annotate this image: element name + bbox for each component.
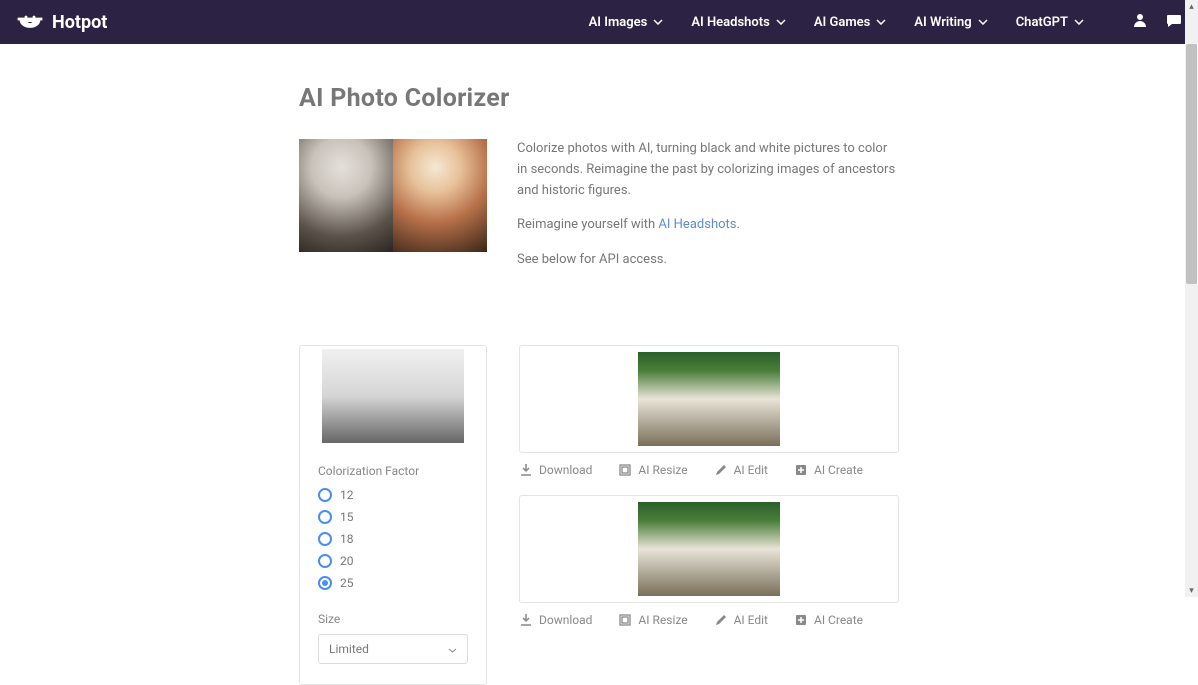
nav-ai-headshots[interactable]: AI Headshots bbox=[691, 15, 786, 30]
brand-name: Hotpot bbox=[52, 12, 107, 33]
input-panel: Colorization Factor 12 15 18 bbox=[299, 345, 487, 685]
radio-label: 12 bbox=[340, 488, 354, 502]
result-actions: Download AI Resize AI Edit AI Creat bbox=[519, 453, 899, 477]
action-label: AI Resize bbox=[638, 463, 687, 477]
result-card-2: Download AI Resize AI Edit AI Creat bbox=[519, 495, 899, 627]
download-action[interactable]: Download bbox=[519, 463, 592, 477]
factor-option-15[interactable]: 15 bbox=[318, 510, 468, 524]
action-label: AI Resize bbox=[638, 613, 687, 627]
chevron-down-icon bbox=[1074, 19, 1084, 25]
intro-paragraph-2: Reimagine yourself with AI Headshots. bbox=[517, 215, 899, 236]
intro-copy: Colorize photos with AI, turning black a… bbox=[517, 139, 899, 285]
intro-paragraph-1: Colorize photos with AI, turning black a… bbox=[517, 139, 899, 201]
action-label: AI Create bbox=[814, 463, 863, 477]
results-panel: Download AI Resize AI Edit AI Creat bbox=[519, 345, 899, 627]
radio-icon bbox=[318, 488, 332, 502]
nav-label: ChatGPT bbox=[1016, 15, 1068, 30]
edit-action[interactable]: AI Edit bbox=[714, 463, 768, 477]
plus-icon bbox=[794, 613, 808, 627]
scroll-down-arrow[interactable]: ▾ bbox=[1185, 584, 1198, 597]
nav-ai-games[interactable]: AI Games bbox=[814, 15, 886, 30]
factor-option-18[interactable]: 18 bbox=[318, 532, 468, 546]
radio-label: 15 bbox=[340, 510, 354, 524]
factor-option-20[interactable]: 20 bbox=[318, 554, 468, 568]
create-action[interactable]: AI Create bbox=[794, 613, 863, 627]
radio-icon bbox=[318, 532, 332, 546]
hero-bw-half bbox=[299, 139, 393, 252]
result-image-container bbox=[519, 345, 899, 453]
action-label: Download bbox=[539, 463, 592, 477]
factor-option-12[interactable]: 12 bbox=[318, 488, 468, 502]
action-label: AI Edit bbox=[734, 613, 768, 627]
edit-action[interactable]: AI Edit bbox=[714, 613, 768, 627]
chevron-down-icon bbox=[448, 642, 457, 656]
result-image[interactable] bbox=[638, 352, 780, 446]
factor-option-25[interactable]: 25 bbox=[318, 576, 468, 590]
chevron-down-icon bbox=[653, 19, 663, 25]
resize-icon bbox=[618, 613, 632, 627]
nav-label: AI Writing bbox=[914, 15, 971, 30]
pencil-icon bbox=[714, 613, 728, 627]
intro-section: Colorize photos with AI, turning black a… bbox=[299, 139, 899, 285]
pencil-icon bbox=[714, 463, 728, 477]
chevron-down-icon bbox=[876, 19, 886, 25]
result-image-container bbox=[519, 495, 899, 603]
hero-color-half bbox=[393, 139, 487, 252]
result-image[interactable] bbox=[638, 502, 780, 596]
ai-headshots-link[interactable]: AI Headshots bbox=[658, 217, 736, 232]
factor-radio-group: 12 15 18 20 bbox=[318, 488, 468, 590]
vertical-scrollbar[interactable]: ▴ ▾ bbox=[1185, 0, 1198, 597]
main-navigation: AI Images AI Headshots AI Games AI Writi… bbox=[589, 12, 1182, 32]
nav-label: AI Images bbox=[589, 15, 648, 30]
main-content: AI Photo Colorizer Colorize photos with … bbox=[4, 44, 1194, 685]
header-right-icons bbox=[1132, 12, 1182, 32]
top-navbar: Hotpot AI Images AI Headshots AI Games A… bbox=[0, 0, 1198, 44]
chevron-down-icon bbox=[776, 19, 786, 25]
radio-icon bbox=[318, 510, 332, 524]
download-icon bbox=[519, 613, 533, 627]
result-actions: Download AI Resize AI Edit AI Creat bbox=[519, 603, 899, 627]
input-image-thumbnail[interactable] bbox=[322, 349, 464, 443]
action-label: AI Edit bbox=[734, 463, 768, 477]
nav-ai-writing[interactable]: AI Writing bbox=[914, 15, 987, 30]
download-icon bbox=[519, 463, 533, 477]
action-label: AI Create bbox=[814, 613, 863, 627]
create-action[interactable]: AI Create bbox=[794, 463, 863, 477]
work-area: Colorization Factor 12 15 18 bbox=[299, 345, 899, 685]
resize-action[interactable]: AI Resize bbox=[618, 463, 687, 477]
chevron-down-icon bbox=[978, 19, 988, 25]
factor-label: Colorization Factor bbox=[318, 464, 468, 478]
radio-icon bbox=[318, 576, 332, 590]
nav-label: AI Games bbox=[814, 15, 870, 30]
nav-label: AI Headshots bbox=[691, 15, 770, 30]
chat-icon[interactable] bbox=[1166, 12, 1182, 32]
size-select[interactable]: Limited bbox=[318, 634, 468, 664]
nav-ai-images[interactable]: AI Images bbox=[589, 15, 664, 30]
scroll-up-arrow[interactable]: ▴ bbox=[1185, 0, 1198, 13]
page-title: AI Photo Colorizer bbox=[299, 84, 899, 113]
download-action[interactable]: Download bbox=[519, 613, 592, 627]
resize-icon bbox=[618, 463, 632, 477]
hero-image bbox=[299, 139, 487, 252]
user-icon[interactable] bbox=[1132, 12, 1148, 32]
size-selected-value: Limited bbox=[329, 642, 369, 656]
size-label: Size bbox=[318, 612, 468, 626]
radio-label: 18 bbox=[340, 532, 354, 546]
nav-chatgpt[interactable]: ChatGPT bbox=[1016, 15, 1084, 30]
brand-logo[interactable]: Hotpot bbox=[16, 12, 107, 33]
radio-icon bbox=[318, 554, 332, 568]
plus-icon bbox=[794, 463, 808, 477]
intro-paragraph-3: See below for API access. bbox=[517, 250, 899, 271]
pot-icon bbox=[16, 12, 44, 32]
scrollbar-thumb[interactable] bbox=[1186, 44, 1197, 284]
radio-label: 20 bbox=[340, 554, 354, 568]
action-label: Download bbox=[539, 613, 592, 627]
result-card-1: Download AI Resize AI Edit AI Creat bbox=[519, 345, 899, 477]
resize-action[interactable]: AI Resize bbox=[618, 613, 687, 627]
radio-label: 25 bbox=[340, 576, 354, 590]
